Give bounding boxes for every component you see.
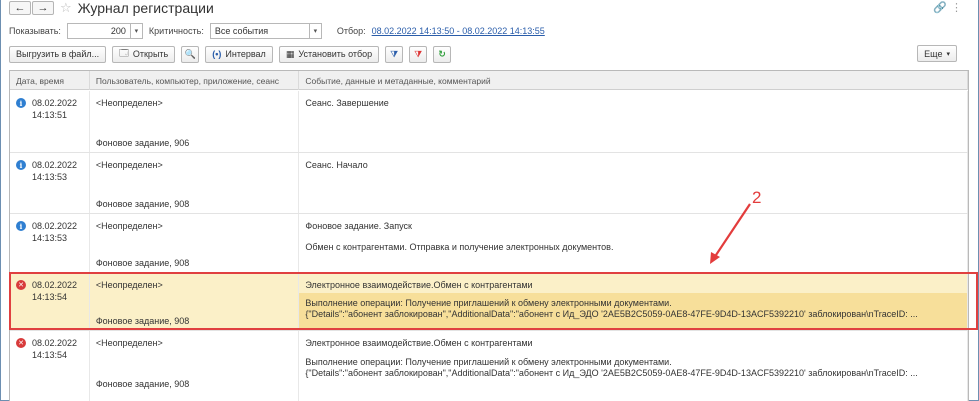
info-icon: i	[16, 98, 26, 108]
show-count-field[interactable]: 200	[66, 23, 131, 39]
row-user: <Неопределен>	[95, 160, 163, 170]
highlight-box-annotation	[9, 272, 978, 330]
funnel-icon: ⧩	[390, 48, 399, 59]
row-event: Сеанс. Начало	[305, 160, 368, 170]
table-row[interactable]: i 08.02.2022 14:13:51 <Неопределен> Фонов…	[10, 91, 968, 153]
arrow-left-icon: ←	[14, 2, 26, 14]
row-event: Сеанс. Завершение	[305, 98, 389, 108]
cell-event: Сеанс. Завершение	[299, 91, 968, 152]
row-time: 14:13:54	[32, 350, 68, 360]
row-user: <Неопределен>	[95, 338, 163, 348]
table-row[interactable]: i 08.02.2022 14:13:53 <Неопределен> Фонов…	[10, 214, 968, 273]
cell-user: <Неопределен> Фоновое задание, 908	[90, 153, 300, 213]
row-event: Фоновое задание. Запуск	[305, 221, 412, 231]
row-date: 08.02.2022	[32, 221, 78, 231]
refresh-icon: ↻	[438, 48, 446, 59]
export-button[interactable]: Выгрузить в файл...	[9, 45, 107, 63]
error-icon: ✕	[16, 338, 26, 348]
refresh-button[interactable]: ↻	[433, 45, 452, 63]
arrow-right-icon: →	[37, 2, 49, 14]
interval-icon: (•)	[212, 49, 222, 59]
row-date: 08.02.2022	[32, 338, 78, 348]
row-date: 08.02.2022	[32, 98, 78, 108]
set-filter-button-label: Установить отбор	[298, 49, 373, 59]
event-log-table: Дата, время Пользователь, компьютер, при…	[9, 70, 969, 401]
page-title: Журнал регистрации	[77, 0, 214, 16]
cell-datetime: ✕ 08.02.2022 14:13:54	[10, 331, 90, 401]
filter-bar: Показывать: 200 ▾ Критичность: Все событ…	[9, 22, 969, 40]
chevron-down-icon[interactable]: ▾	[130, 23, 143, 39]
open-button-label: Открыть	[132, 49, 169, 59]
row-time: 14:13:51	[32, 110, 68, 120]
column-header-user[interactable]: Пользователь, компьютер, приложение, сеа…	[90, 71, 300, 90]
cell-user: <Неопределен> Фоновое задание, 906	[90, 91, 300, 152]
cell-datetime: i 08.02.2022 14:13:53	[10, 153, 90, 213]
row-job: Фоновое задание, 908	[95, 379, 190, 389]
selection-period-link[interactable]: 08.02.2022 14:13:50 - 08.02.2022 14:13:5…	[372, 26, 545, 36]
set-filter-button[interactable]: ▦ Установить отбор	[278, 45, 380, 63]
table-header: Дата, время Пользователь, компьютер, при…	[10, 71, 968, 90]
open-icon: 🗔	[119, 48, 129, 58]
row-job: Фоновое задание, 908	[95, 199, 190, 209]
cell-event: Сеанс. Начало	[299, 153, 968, 213]
row-comment-details: {"Details":"абонент заблокирован","Addit…	[305, 368, 918, 378]
row-date: 08.02.2022	[32, 160, 78, 170]
cell-datetime: i 08.02.2022 14:13:53	[10, 214, 90, 272]
cell-user: <Неопределен> Фоновое задание, 908	[90, 331, 300, 401]
show-label: Показывать:	[9, 26, 61, 36]
row-event: Электронное взаимодействие.Обмен с контр…	[305, 338, 533, 348]
table-row[interactable]: i 08.02.2022 14:13:53 <Неопределен> Фонов…	[10, 153, 968, 214]
star-icon[interactable]: ☆	[60, 0, 72, 16]
more-vertical-icon[interactable]: ⋮	[951, 1, 962, 14]
criticality-select[interactable]: Все события	[209, 23, 310, 39]
filter-settings-icon: ▦	[285, 48, 295, 59]
row-job: Фоновое задание, 906	[95, 138, 190, 148]
more-button[interactable]: Еще ▾	[917, 45, 957, 62]
table-row[interactable]: ✕ 08.02.2022 14:13:54 <Неопределен> Фонов…	[10, 331, 968, 401]
forward-button[interactable]: →	[32, 1, 54, 15]
filter-by-value-button[interactable]: ⧩	[385, 45, 404, 63]
cell-user: <Неопределен> Фоновое задание, 908	[90, 214, 300, 272]
info-icon: i	[16, 160, 26, 170]
row-comment: Обмен с контрагентами. Отправка и получе…	[305, 242, 614, 252]
criticality-label: Критичность:	[148, 26, 204, 36]
export-button-label: Выгрузить в файл...	[16, 49, 100, 59]
row-job: Фоновое задание, 908	[95, 258, 190, 268]
title-bar: ← → ☆ Журнал регистрации 🔗 ⋮	[9, 0, 969, 16]
open-button[interactable]: 🗔 Открыть	[112, 45, 176, 63]
toolbar: Выгрузить в файл... 🗔 Открыть 🔍 (•) Интерв…	[9, 45, 969, 63]
cell-datetime: i 08.02.2022 14:13:51	[10, 91, 90, 152]
annotation-arrow-icon	[710, 203, 751, 264]
clear-filter-button[interactable]: ⧩	[409, 45, 428, 63]
row-user: <Неопределен>	[95, 221, 163, 231]
info-icon: i	[16, 221, 26, 231]
row-comment: Выполнение операции: Получение приглашен…	[305, 357, 672, 367]
chevron-down-icon[interactable]: ▾	[309, 23, 322, 39]
column-header-datetime[interactable]: Дата, время	[10, 71, 90, 90]
cell-event: Электронное взаимодействие.Обмен с контр…	[299, 331, 968, 401]
more-button-label: Еще	[924, 48, 943, 59]
chevron-down-icon: ▾	[946, 50, 950, 58]
interval-button[interactable]: (•) Интервал	[205, 45, 273, 63]
funnel-clear-icon: ⧩	[414, 48, 423, 59]
column-header-event[interactable]: Событие, данные и метаданные, комментари…	[299, 71, 968, 90]
row-user: <Неопределен>	[95, 98, 163, 108]
interval-button-label: Интервал	[225, 49, 266, 59]
row-time: 14:13:53	[32, 233, 68, 243]
cell-event: Фоновое задание. Запуск Обмен с контраге…	[299, 214, 968, 272]
selection-label: Отбор:	[336, 26, 366, 36]
link-icon[interactable]: 🔗	[933, 1, 947, 14]
search-icon: 🔍	[184, 48, 196, 59]
row-time: 14:13:53	[32, 172, 68, 182]
find-button[interactable]: 🔍	[181, 45, 200, 63]
back-button[interactable]: ←	[9, 1, 31, 15]
